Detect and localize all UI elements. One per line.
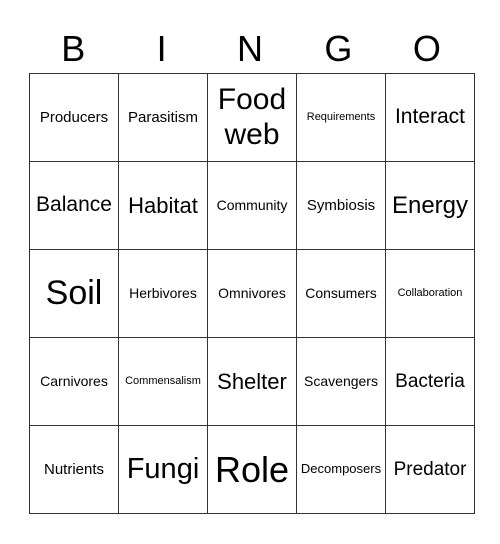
bingo-cell[interactable]: Shelter <box>207 337 297 426</box>
header-letter-i: I <box>156 28 167 69</box>
bingo-cell[interactable]: Commensalism <box>118 337 208 426</box>
bingo-cell[interactable]: Food web <box>207 73 297 162</box>
header-letter-n: N <box>237 28 264 69</box>
bingo-cell[interactable]: Nutrients <box>29 425 119 514</box>
grid-row: Carnivores Commensalism Shelter Scavenge… <box>29 337 475 426</box>
grid-row: Nutrients Fungi Role Decomposers Predato… <box>29 425 475 514</box>
header-letter-g: G <box>324 28 353 69</box>
bingo-cell[interactable]: Collaboration <box>385 249 475 338</box>
bingo-cell[interactable]: Role <box>207 425 297 514</box>
bingo-cell[interactable]: Community <box>207 161 297 250</box>
bingo-cell[interactable]: Scavengers <box>296 337 386 426</box>
bingo-cell[interactable]: Omnivores <box>207 249 297 338</box>
bingo-cell[interactable]: Consumers <box>296 249 386 338</box>
header-letter-o: O <box>412 28 441 69</box>
bingo-cell[interactable]: Parasitism <box>118 73 208 162</box>
bingo-cell[interactable]: Habitat <box>118 161 208 250</box>
bingo-cell[interactable]: Carnivores <box>29 337 119 426</box>
bingo-cell[interactable]: Fungi <box>118 425 208 514</box>
bingo-cell[interactable]: Producers <box>29 73 119 162</box>
bingo-grid: Producers Parasitism Food web Requiremen… <box>29 73 475 514</box>
header-letter-b: B <box>61 28 86 69</box>
bingo-cell[interactable]: Interact <box>385 73 475 162</box>
bingo-cell[interactable]: Soil <box>29 249 119 338</box>
grid-row: Producers Parasitism Food web Requiremen… <box>29 73 475 162</box>
bingo-header: B I N G O <box>29 26 471 72</box>
bingo-cell[interactable]: Herbivores <box>118 249 208 338</box>
grid-row: Balance Habitat Community Symbiosis Ener… <box>29 161 475 250</box>
bingo-cell[interactable]: Symbiosis <box>296 161 386 250</box>
grid-row: Soil Herbivores Omnivores Consumers Coll… <box>29 249 475 338</box>
bingo-cell[interactable]: Decomposers <box>296 425 386 514</box>
bingo-cell[interactable]: Requirements <box>296 73 386 162</box>
bingo-cell[interactable]: Balance <box>29 161 119 250</box>
bingo-cell[interactable]: Energy <box>385 161 475 250</box>
bingo-cell[interactable]: Bacteria <box>385 337 475 426</box>
bingo-cell[interactable]: Predator <box>385 425 475 514</box>
